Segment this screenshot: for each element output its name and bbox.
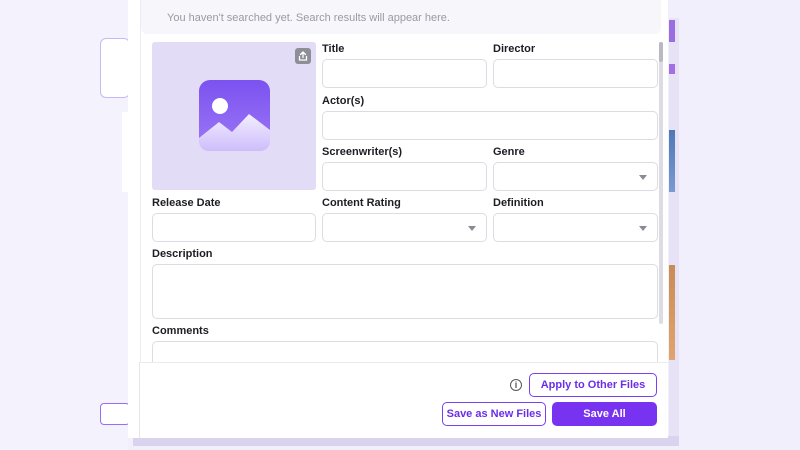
dialog-divider — [139, 362, 140, 438]
scrollbar-thumb[interactable] — [659, 42, 663, 62]
background-chip — [100, 403, 130, 425]
background-card — [100, 38, 130, 98]
save-all-button[interactable]: Save All — [552, 402, 657, 426]
genre-label: Genre — [493, 146, 525, 158]
background-thumbnail-strip — [669, 18, 679, 444]
screenwriters-label: Screenwriter(s) — [322, 146, 403, 158]
footer-divider — [140, 362, 668, 363]
image-icon — [199, 80, 270, 151]
scrollbar-track[interactable] — [659, 42, 663, 324]
background-thumbnail — [669, 130, 675, 192]
director-label: Director — [493, 43, 536, 55]
description-field[interactable] — [152, 264, 658, 319]
definition-select[interactable] — [493, 213, 658, 242]
chevron-down-icon — [468, 226, 476, 231]
actors-field[interactable] — [322, 111, 658, 140]
content-rating-label: Content Rating — [322, 197, 401, 209]
release-date-field[interactable] — [152, 213, 316, 242]
apply-to-other-files-button[interactable]: Apply to Other Files — [529, 373, 657, 397]
search-empty-message: You haven't searched yet. Search results… — [167, 12, 450, 24]
genre-select[interactable] — [493, 162, 658, 191]
upload-icon[interactable] — [295, 48, 311, 64]
title-field[interactable] — [322, 59, 487, 88]
background-thumbnail — [669, 20, 675, 42]
search-results-empty: You haven't searched yet. Search results… — [141, 0, 661, 34]
comments-field[interactable] — [152, 341, 658, 362]
chevron-down-icon — [639, 226, 647, 231]
info-icon[interactable]: i — [510, 379, 522, 391]
background-thumbnail — [669, 64, 675, 74]
background-thumbnail — [669, 265, 675, 360]
chevron-down-icon — [639, 175, 647, 180]
actors-label: Actor(s) — [322, 95, 365, 107]
title-label: Title — [322, 43, 345, 55]
release-date-label: Release Date — [152, 197, 221, 209]
director-field[interactable] — [493, 59, 658, 88]
screenwriters-field[interactable] — [322, 162, 487, 191]
description-label: Description — [152, 248, 213, 260]
save-as-new-files-button[interactable]: Save as New Files — [442, 402, 546, 426]
comments-label: Comments — [152, 325, 209, 337]
content-rating-select[interactable] — [322, 213, 487, 242]
definition-label: Definition — [493, 197, 544, 209]
